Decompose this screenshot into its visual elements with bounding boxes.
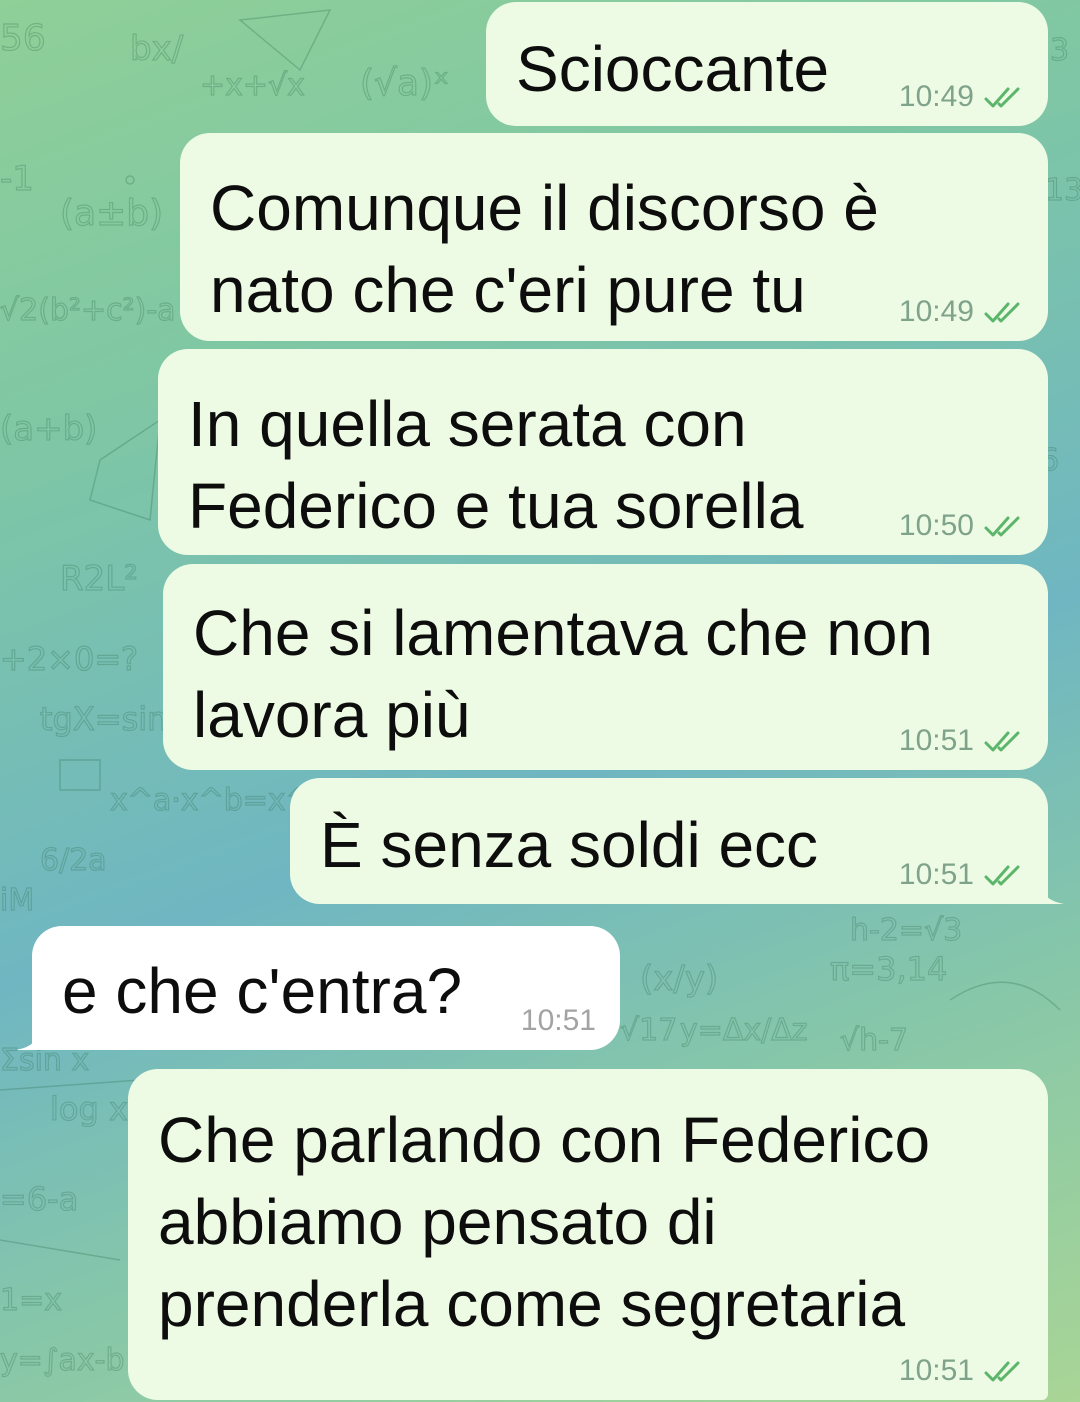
svg-text:(a±b): (a±b) bbox=[60, 193, 163, 234]
double-check-icon bbox=[984, 731, 1020, 752]
message-bubble-outgoing[interactable]: È senza soldi ecc 10:51 bbox=[290, 778, 1064, 904]
svg-text:+x+√x: +x+√x bbox=[200, 68, 305, 103]
svg-text:1=x: 1=x bbox=[0, 1283, 62, 1318]
svg-text:√17: √17 bbox=[620, 1013, 677, 1048]
double-check-icon bbox=[984, 1361, 1020, 1382]
svg-text:-1: -1 bbox=[0, 159, 34, 199]
message-time: 10:50 bbox=[898, 509, 974, 542]
message-bubble-incoming[interactable]: e che c'entra? 10:51 bbox=[16, 926, 620, 1050]
message-meta: 10:49 bbox=[899, 297, 1026, 327]
svg-text:56: 56 bbox=[0, 18, 46, 59]
svg-text:R2L²: R2L² bbox=[60, 559, 138, 599]
svg-text:iM: iM bbox=[0, 883, 34, 918]
svg-text:log x: log x bbox=[50, 1090, 128, 1128]
svg-text:π=3,14: π=3,14 bbox=[830, 950, 947, 988]
message-bubble-outgoing[interactable]: Scioccante 10:49 bbox=[486, 2, 1048, 126]
svg-text:(a+b): (a+b) bbox=[0, 409, 97, 449]
svg-text:h-2=√3: h-2=√3 bbox=[850, 913, 962, 948]
svg-text:6/2a: 6/2a bbox=[40, 843, 107, 878]
bubble-tail bbox=[16, 1024, 42, 1050]
message-bubble-outgoing[interactable]: Che si lamentava che non lavora più 10:5… bbox=[163, 564, 1048, 770]
double-check-icon bbox=[984, 302, 1020, 323]
message-text: Che parlando con Federico abbiamo pensat… bbox=[158, 1104, 931, 1340]
svg-text:13: 13 bbox=[1045, 173, 1080, 208]
svg-text:(√a)ˣ: (√a)ˣ bbox=[360, 63, 449, 104]
svg-text:y=∫ax-b: y=∫ax-b bbox=[0, 1343, 125, 1378]
message-meta: 10:50 bbox=[899, 511, 1026, 541]
svg-text:3: 3 bbox=[1050, 33, 1069, 68]
message-time: 10:51 bbox=[898, 1354, 974, 1387]
svg-text:y=Δx/Δz: y=Δx/Δz bbox=[680, 1013, 808, 1048]
double-check-icon bbox=[984, 865, 1020, 886]
message-bubble-outgoing[interactable]: Comunque il discorso è nato che c'eri pu… bbox=[180, 133, 1048, 341]
svg-text:bx/: bx/ bbox=[130, 29, 184, 69]
message-meta: 10:51 bbox=[521, 1006, 596, 1036]
message-time: 10:51 bbox=[898, 724, 974, 757]
svg-text:√h-7: √h-7 bbox=[840, 1023, 908, 1058]
message-meta: 10:51 bbox=[899, 860, 1026, 890]
message-meta: 10:51 bbox=[899, 726, 1026, 756]
svg-text:+2×0=?: +2×0=? bbox=[0, 640, 138, 678]
message-time: 10:49 bbox=[898, 295, 974, 328]
bubble-tail bbox=[1038, 878, 1064, 904]
message-meta: 10:49 bbox=[899, 82, 1026, 112]
message-bubble-outgoing[interactable]: In quella serata con Federico e tua sore… bbox=[158, 349, 1048, 555]
svg-text:=6-a: =6-a bbox=[0, 1180, 78, 1218]
svg-text:(x/y): (x/y) bbox=[640, 959, 718, 999]
message-time: 10:49 bbox=[898, 80, 974, 113]
message-time: 10:51 bbox=[898, 858, 974, 891]
message-time: 10:51 bbox=[520, 1004, 596, 1037]
message-bubble-outgoing[interactable]: Che parlando con Federico abbiamo pensat… bbox=[128, 1069, 1048, 1400]
svg-text:√2(b²+c²)-a: √2(b²+c²)-a bbox=[0, 293, 176, 328]
message-meta: 10:51 bbox=[899, 1356, 1026, 1386]
double-check-icon bbox=[984, 87, 1020, 108]
double-check-icon bbox=[984, 516, 1020, 537]
